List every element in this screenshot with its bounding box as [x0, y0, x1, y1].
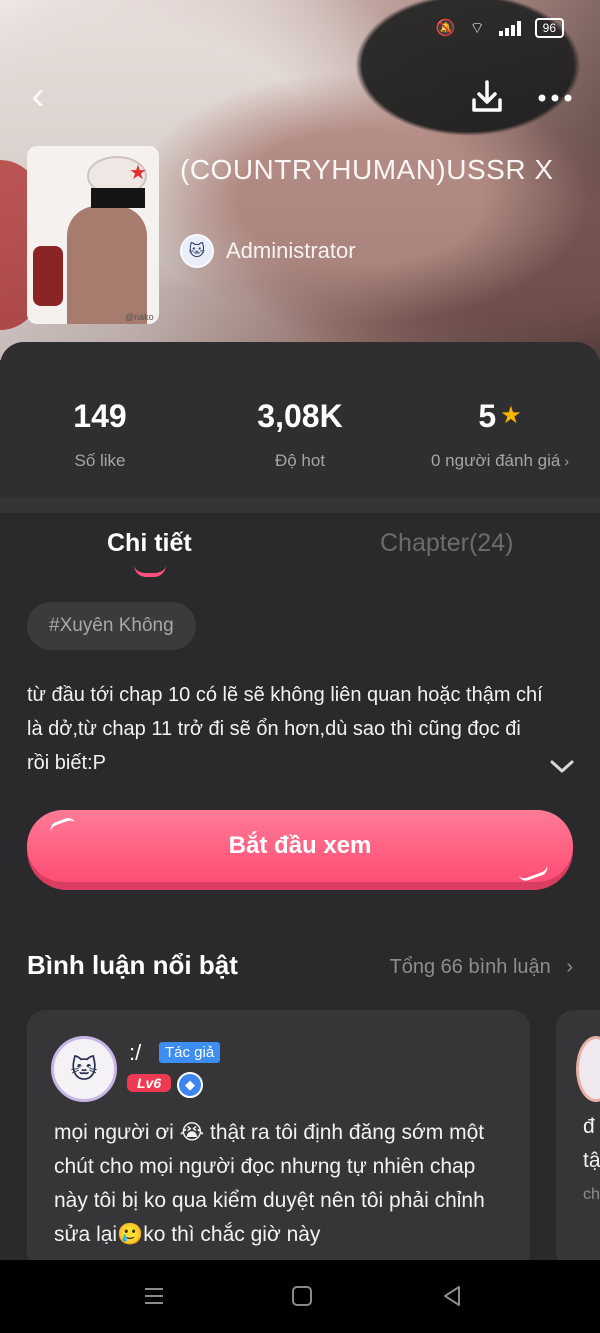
- tab-chapter[interactable]: Chapter(24): [380, 529, 513, 558]
- stat-likes: 149 Số like: [0, 398, 200, 471]
- detail-sheet: 149 Số like 3,08K Độ hot 5 ★ 0 người đánh…: [0, 342, 600, 1270]
- star-icon: ★: [129, 162, 147, 184]
- more-button[interactable]: [534, 76, 576, 118]
- commenter-name: :/: [129, 1040, 142, 1065]
- chevron-right-icon: ›: [566, 956, 573, 978]
- download-button[interactable]: [466, 76, 508, 118]
- author-name: Administrator: [226, 238, 356, 263]
- section-divider: [0, 497, 600, 513]
- cover-signature: @nako: [125, 312, 154, 322]
- comment-line: đ: [583, 1115, 595, 1138]
- cover-sleeve: [33, 246, 63, 306]
- recent-apps-button[interactable]: [142, 1284, 166, 1315]
- level-badge: Lv6: [127, 1074, 172, 1092]
- cover-figure: [67, 206, 147, 324]
- author-row[interactable]: 🐱 Administrator: [180, 234, 356, 268]
- comments-header: Bình luận nổi bật Tổng 66 bình luận ›: [27, 950, 573, 986]
- star-icon: ★: [500, 402, 522, 429]
- stats-panel: 149 Số like 3,08K Độ hot 5 ★ 0 người đánh…: [0, 342, 600, 497]
- stat-hot-label: Độ hot: [274, 451, 326, 470]
- diamond-icon: ◆: [177, 1072, 203, 1098]
- author-avatar: 🐱: [180, 234, 214, 268]
- tab-bar: Chi tiết Chapter(24): [0, 513, 600, 593]
- comment-card[interactable]: đ tậ ch: [556, 1010, 600, 1270]
- story-description: từ đầu tới chap 10 có lẽ sẽ không liên q…: [27, 684, 543, 774]
- expand-button[interactable]: [548, 756, 576, 776]
- comment-card[interactable]: 🐱 :/ Tác giả Lv6 ◆ mọi người ơi 😭 thật r…: [27, 1010, 530, 1270]
- author-badge: Tác giả: [159, 1042, 221, 1063]
- stat-rating-value: 5: [478, 398, 497, 434]
- chevron-right-icon: ›: [564, 453, 569, 469]
- signal-icon: [498, 20, 521, 36]
- genre-tag[interactable]: #Xuyên Không: [27, 602, 196, 650]
- mute-icon: 🔕: [435, 20, 456, 37]
- home-button[interactable]: [290, 1284, 314, 1315]
- story-title: (COUNTRYHUMAN)USSR X: [180, 154, 554, 185]
- tab-detail[interactable]: Chi tiết: [107, 529, 192, 558]
- comments-total-label: Tổng 66 bình luận: [389, 956, 551, 978]
- more-dots-icon: [538, 94, 572, 102]
- stat-likes-value: 149: [73, 398, 127, 434]
- comment-line: ch: [583, 1186, 600, 1203]
- wifi-icon: ⌔: [469, 20, 485, 37]
- battery-indicator: 96: [534, 18, 564, 38]
- cover-blindfold: [91, 188, 145, 208]
- menu-icon: [145, 1288, 163, 1304]
- start-reading-button[interactable]: Bắt đầu xem: [27, 810, 573, 890]
- comments-title: Bình luận nổi bật: [27, 950, 238, 980]
- download-icon: [472, 80, 502, 112]
- status-bar: 🔕 ⌔ 96: [436, 18, 564, 38]
- stat-rating[interactable]: 5 ★ 0 người đánh giá ›: [390, 398, 600, 471]
- tab-active-indicator: [134, 565, 166, 577]
- comment-text-partial: đ tậ ch: [583, 1110, 600, 1212]
- stat-hot-value: 3,08K: [257, 398, 343, 434]
- stat-hot: 3,08K Độ hot: [200, 398, 400, 471]
- chevron-down-icon: [550, 760, 574, 773]
- cover-image[interactable]: ★ @nako: [27, 146, 159, 324]
- system-back-button[interactable]: [440, 1284, 464, 1315]
- system-nav-bar: [0, 1260, 600, 1333]
- back-button[interactable]: ‹: [18, 74, 58, 120]
- start-reading-label: Bắt đầu xem: [228, 832, 372, 859]
- triangle-left-icon: [444, 1286, 460, 1306]
- comment-text: mọi người ơi 😭 thật ra tôi định đăng sớm…: [54, 1121, 485, 1246]
- stat-rating-label: 0 người đánh giá: [430, 451, 561, 470]
- chevron-left-icon: ‹: [31, 74, 45, 118]
- comments-total-link[interactable]: Tổng 66 bình luận ›: [390, 956, 573, 979]
- square-icon: [292, 1286, 312, 1306]
- stat-likes-label: Số like: [74, 451, 126, 470]
- commenter-avatar[interactable]: 🐱: [51, 1036, 117, 1102]
- top-nav: ‹: [0, 74, 600, 120]
- commenter-avatar: [576, 1036, 600, 1102]
- comment-line: tậ: [583, 1149, 600, 1172]
